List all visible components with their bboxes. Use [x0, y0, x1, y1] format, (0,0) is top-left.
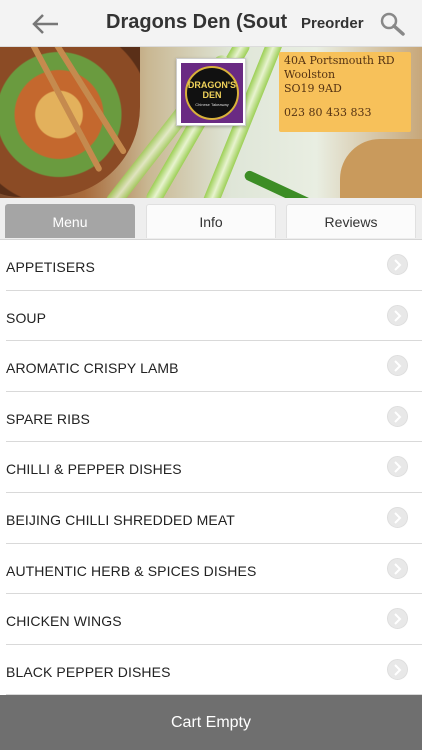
chevron-right-icon	[387, 557, 408, 579]
chevron-right-icon	[387, 405, 408, 427]
menu-category-label: SPARE RIBS	[6, 410, 90, 427]
chili-image	[243, 169, 347, 198]
chevron-right-icon	[387, 506, 408, 528]
menu-category-spare-ribs[interactable]: SPARE RIBS	[0, 392, 422, 443]
menu-category-label: BLACK PEPPER DISHES	[6, 663, 171, 680]
restaurant-banner: DRAGON'S DEN Chinese Takeaway 40A Portsm…	[0, 47, 422, 198]
menu-category-label: SOUP	[6, 309, 47, 326]
tab-bar: Menu Info Reviews	[0, 198, 422, 240]
menu-category-soup[interactable]: SOUP	[0, 291, 422, 342]
menu-category-aromatic-crispy-lamb[interactable]: AROMATIC CRISPY LAMB	[0, 341, 422, 392]
menu-category-label: APPETISERS	[6, 259, 95, 275]
restaurant-logo: DRAGON'S DEN Chinese Takeaway	[176, 58, 246, 126]
tab-menu[interactable]: Menu	[5, 204, 135, 238]
logo-title: DRAGON'S DEN	[187, 79, 237, 100]
menu-category-label: AROMATIC CRISPY LAMB	[6, 360, 179, 377]
menu-category-chicken-wings[interactable]: CHICKEN WINGS	[0, 594, 422, 645]
page-title: Dragons Den (Southampton)	[106, 11, 288, 33]
address-line-3: SO19 9AD	[284, 82, 342, 95]
tab-info[interactable]: Info	[146, 204, 276, 238]
search-button[interactable]	[378, 10, 408, 38]
menu-category-label: CHILLI & PEPPER DISHES	[6, 461, 182, 478]
magnifier-icon	[380, 12, 405, 36]
arrow-left-icon	[32, 14, 58, 34]
menu-category-appetisers[interactable]: APPETISERS	[0, 240, 422, 291]
chevron-right-icon	[387, 254, 408, 275]
menu-category-beijing-chilli[interactable]: BEIJING CHILLI SHREDDED MEAT	[0, 493, 422, 544]
chevron-right-icon	[387, 304, 408, 326]
phone-number[interactable]: 023 80 433 833	[284, 106, 406, 120]
address-line-1: 40A Portsmouth RD	[284, 54, 395, 67]
chevron-right-icon	[387, 355, 408, 377]
preorder-button[interactable]: Preorder	[301, 15, 364, 32]
menu-category-label: BEIJING CHILLI SHREDDED MEAT	[6, 511, 235, 528]
address-card: 40A Portsmouth RD Woolston SO19 9AD 023 …	[279, 52, 411, 132]
cart-button[interactable]: Cart Empty	[0, 695, 422, 750]
chevron-right-icon	[387, 456, 408, 478]
address-line-2: Woolston	[284, 68, 336, 81]
menu-category-chilli-pepper[interactable]: CHILLI & PEPPER DISHES	[0, 442, 422, 493]
menu-category-list: APPETISERS SOUP AROMATIC CRISPY LAMB SPA…	[0, 240, 422, 695]
menu-category-black-pepper[interactable]: BLACK PEPPER DISHES	[0, 645, 422, 695]
menu-category-herb-spices[interactable]: AUTHENTIC HERB & SPICES DISHES	[0, 544, 422, 595]
menu-category-label: CHICKEN WINGS	[6, 613, 122, 630]
menu-category-label: AUTHENTIC HERB & SPICES DISHES	[6, 562, 257, 579]
cart-status-label: Cart Empty	[170, 713, 251, 731]
chevron-right-icon	[387, 658, 408, 680]
app-header: Dragons Den (Southampton) Preorder	[0, 0, 422, 47]
chevron-right-icon	[387, 608, 408, 630]
tab-reviews[interactable]: Reviews	[286, 204, 416, 238]
back-button[interactable]	[26, 8, 66, 40]
ginger-image	[340, 139, 422, 198]
logo-subtitle: Chinese Takeaway	[195, 101, 229, 107]
